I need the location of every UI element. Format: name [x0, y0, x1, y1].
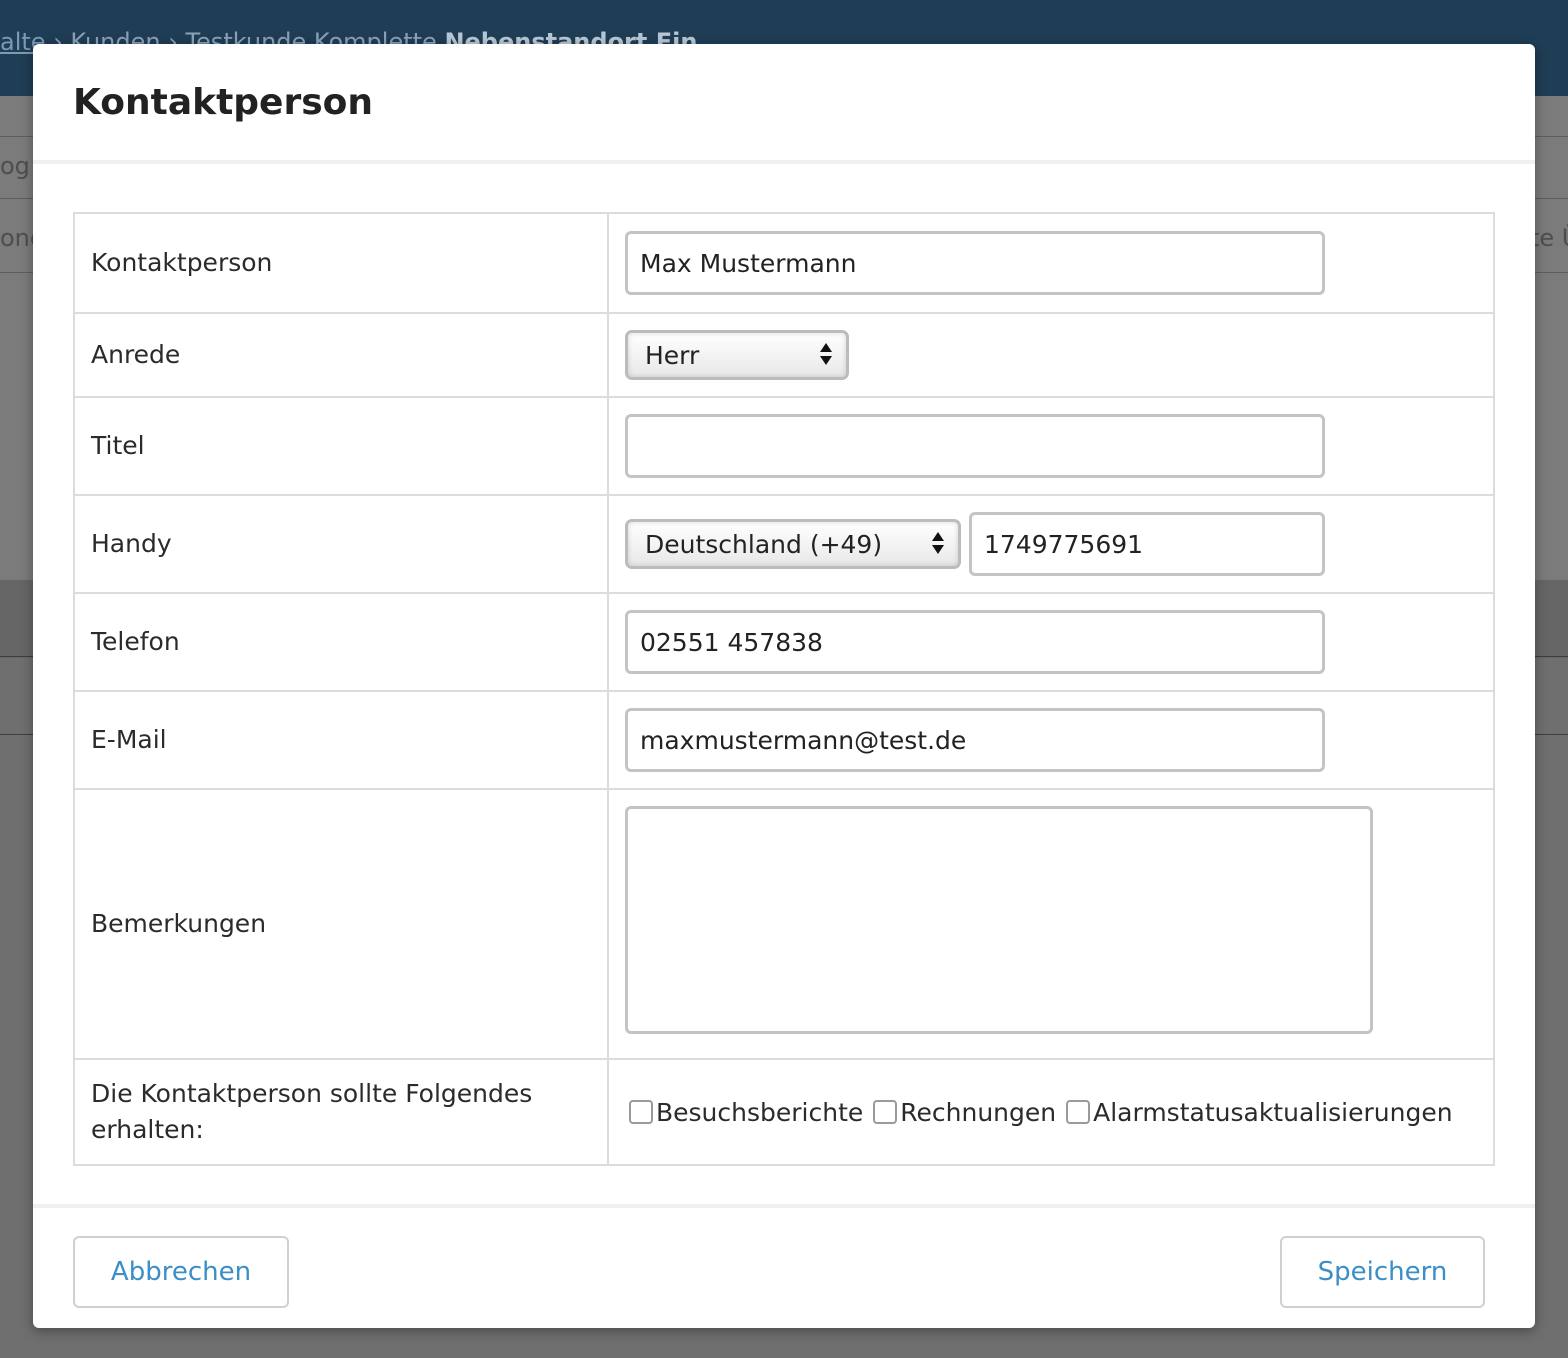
checkbox-alarm-updates[interactable]: Alarmstatusaktualisierungen	[1066, 1097, 1453, 1127]
form-row-phone: Telefon 02551 457838	[75, 592, 1493, 690]
background-text: te Ü	[1530, 224, 1568, 252]
email-label: E-Mail	[75, 692, 609, 788]
form-row-mobile: Handy Deutschland (+49) 1749775691	[75, 494, 1493, 592]
title-label: Titel	[75, 398, 609, 494]
checkbox-invoices-label: Rechnungen	[900, 1097, 1057, 1127]
cancel-button[interactable]: Abbrechen	[73, 1236, 289, 1308]
title-input[interactable]	[625, 414, 1325, 478]
background-text: og	[0, 152, 30, 180]
receive-options: Besuchsberichte Rechnungen Alarmstatusak…	[625, 1098, 1463, 1127]
remarks-label: Bemerkungen	[75, 790, 609, 1058]
country-code-select[interactable]: Deutschland (+49)	[625, 519, 961, 569]
form-row-title: Titel	[75, 396, 1493, 494]
checkbox-alarm-updates-box[interactable]	[1066, 1100, 1091, 1124]
form-row-receive: Die Kontaktperson sollte Folgendes erhal…	[75, 1058, 1493, 1164]
form-row-email: E-Mail maxmustermann@test.de	[75, 690, 1493, 788]
checkbox-visit-reports[interactable]: Besuchsberichte	[629, 1098, 863, 1127]
mobile-label: Handy	[75, 496, 609, 592]
phone-input[interactable]: 02551 457838	[625, 610, 1325, 674]
contact-name-input[interactable]: Max Mustermann	[625, 231, 1325, 295]
contact-person-dialog: Kontaktperson Kontaktperson Max Musterma…	[33, 44, 1535, 1328]
dialog-header: Kontaktperson	[33, 44, 1535, 164]
form-row-remarks: Bemerkungen	[75, 788, 1493, 1058]
country-code-value: Deutschland (+49)	[645, 529, 883, 559]
save-button[interactable]: Speichern	[1280, 1236, 1485, 1308]
salutation-select[interactable]: Herr	[625, 330, 849, 380]
salutation-value: Herr	[645, 340, 700, 370]
checkbox-alarm-updates-label: Alarmstatusaktualisierungen	[1093, 1097, 1453, 1127]
contact-form-table: Kontaktperson Max Mustermann Anrede Herr…	[73, 212, 1495, 1166]
checkbox-visit-reports-box[interactable]	[629, 1100, 653, 1124]
email-input[interactable]: maxmustermann@test.de	[625, 708, 1325, 772]
salutation-label: Anrede	[75, 314, 609, 396]
checkbox-visit-reports-label: Besuchsberichte	[656, 1097, 864, 1127]
phone-label: Telefon	[75, 594, 609, 690]
receive-label: Die Kontaktperson sollte Folgendes erhal…	[75, 1060, 609, 1164]
dialog-title: Kontaktperson	[73, 82, 374, 123]
select-arrows-icon	[932, 532, 946, 554]
form-row-salutation: Anrede Herr	[75, 312, 1493, 396]
select-arrows-icon	[820, 343, 834, 365]
mobile-number-input[interactable]: 1749775691	[969, 512, 1325, 576]
dialog-footer: Abbrechen Speichern	[33, 1204, 1535, 1328]
checkbox-invoices[interactable]: Rechnungen	[873, 1098, 1056, 1127]
checkbox-invoices-box[interactable]	[873, 1100, 898, 1124]
remarks-textarea[interactable]	[625, 806, 1373, 1034]
contact-label: Kontaktperson	[75, 214, 609, 312]
form-row-contact: Kontaktperson Max Mustermann	[75, 214, 1493, 312]
